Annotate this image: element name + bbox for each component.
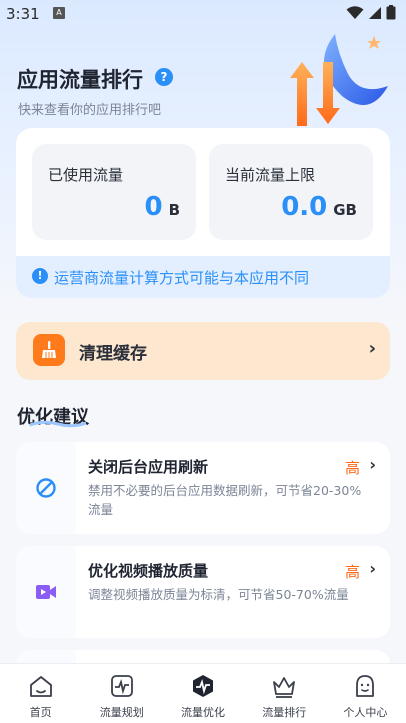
notification-icon: A [53, 7, 65, 19]
plan-icon [110, 675, 133, 697]
suggestion-description: 调整视频播放质量为标清，可节省50-70%流量 [88, 587, 349, 602]
nav-label: 流量优化 [181, 706, 225, 719]
used-traffic-label: 已使用流量 [48, 166, 124, 184]
nav-label: 流量规划 [99, 706, 144, 719]
battery-icon [386, 5, 396, 20]
traffic-limit-box[interactable]: 当前流量上限 0.0 GB [209, 144, 373, 240]
traffic-limit-value: 0.0 [281, 192, 328, 222]
nav-label: 流量排行 [262, 706, 307, 719]
help-icon[interactable]: ? [155, 68, 173, 86]
status-icons [346, 5, 396, 20]
video-camera-icon [16, 546, 76, 638]
usage-card: 已使用流量 0 B 当前流量上限 0.0 GB ! 运营商流量计算方式可能与本应… [16, 128, 390, 298]
suggestion-title: 优化视频播放质量 [88, 562, 209, 580]
traffic-limit-unit: GB [333, 201, 357, 219]
chevron-right-icon: › [369, 559, 376, 578]
signal-icon [369, 6, 381, 19]
info-icon: ! [32, 268, 48, 284]
suggestion-description: 禁用不必要的后台应用数据刷新，可节省20-30%流量 [88, 483, 362, 517]
used-traffic-value: 0 [144, 192, 163, 222]
broom-icon [33, 334, 65, 366]
wifi-icon [346, 5, 364, 19]
bottom-nav: 首页 流量规划 流量优化 流量排行 个人中心 [0, 663, 406, 723]
nav-item-ranking[interactable]: 流量排行 [244, 664, 325, 723]
ranking-icon [273, 677, 296, 698]
traffic-limit-label: 当前流量上限 [225, 166, 316, 184]
nav-item-home[interactable]: 首页 [0, 664, 81, 723]
status-time: 3:31 [6, 5, 40, 23]
optimize-icon [193, 675, 213, 697]
nav-item-profile[interactable]: 个人中心 [325, 664, 406, 723]
block-icon [16, 442, 76, 534]
nav-item-plan[interactable]: 流量规划 [81, 664, 162, 723]
title-wave-decoration [30, 420, 86, 428]
suggestion-card[interactable]: 关闭后台应用刷新 高 › 禁用不必要的后台应用数据刷新，可节省20-30%流量 [16, 442, 390, 534]
moon-arrows-illustration [290, 34, 388, 126]
profile-icon [356, 675, 375, 697]
chevron-right-icon: › [368, 338, 376, 359]
suggestion-card[interactable]: 优化视频播放质量 高 › 调整视频播放质量为标清，可节省50-70%流量 [16, 546, 390, 638]
priority-badge: 高 [344, 459, 360, 477]
used-traffic-unit: B [168, 201, 180, 219]
used-traffic-box: 已使用流量 0 B [32, 144, 196, 240]
priority-badge: 高 [344, 563, 360, 581]
page-title: 应用流量排行 [17, 68, 143, 92]
nav-label: 首页 [29, 706, 52, 719]
nav-item-optimize[interactable]: 流量优化 [162, 664, 243, 723]
clean-cache-button[interactable]: 清理缓存 › [16, 322, 390, 380]
nav-label: 个人中心 [343, 706, 388, 719]
chevron-right-icon: › [369, 455, 376, 474]
suggestion-title: 关闭后台应用刷新 [88, 458, 209, 476]
clean-cache-label: 清理缓存 [79, 344, 147, 364]
status-bar: 3:31 A [0, 0, 406, 28]
carrier-notice-text: 运营商流量计算方式可能与本应用不同 [54, 269, 310, 287]
home-icon [29, 676, 52, 697]
page-subtitle: 快来查看你的应用排行吧 [18, 103, 162, 118]
carrier-notice: ! 运营商流量计算方式可能与本应用不同 [16, 256, 390, 298]
